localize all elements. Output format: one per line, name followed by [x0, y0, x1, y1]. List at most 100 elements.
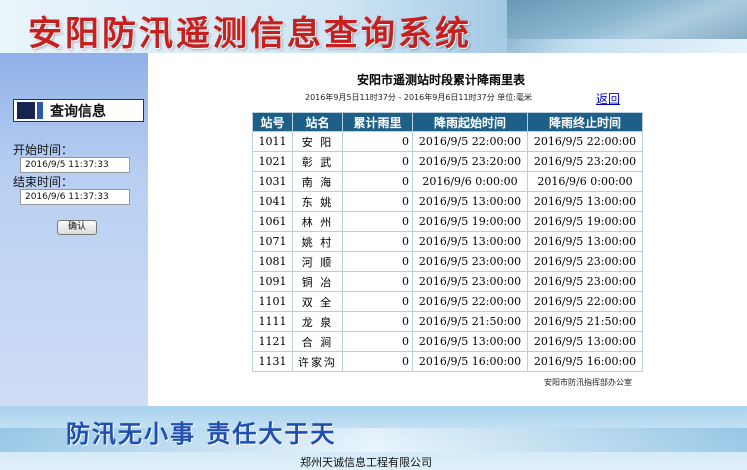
cell-start-time: 2016/9/5 22:00:00: [412, 291, 528, 312]
cell-total-rainfall: 0: [342, 211, 413, 232]
cell-end-time: 2016/9/5 13:00:00: [527, 331, 643, 352]
column-header-end-time: 降雨终止时间: [527, 112, 643, 132]
column-header-start-time: 降雨起始时间: [412, 112, 528, 132]
cell-station-name: 许家沟: [292, 351, 343, 372]
cell-station-id: 1041: [252, 191, 293, 212]
cell-station-name: 双 全: [292, 291, 343, 312]
table-row: 1021 彰 武 0 2016/9/5 23:20:00 2016/9/5 23:20:…: [252, 151, 643, 172]
cell-total-rainfall: 0: [342, 311, 413, 332]
footer-organization: 安阳市防汛指挥部办公室: [544, 378, 632, 387]
cell-total-rainfall: 0: [342, 191, 413, 212]
cell-end-time: 2016/9/5 19:00:00: [527, 211, 643, 232]
cell-end-time: 2016/9/6 0:00:00: [527, 171, 643, 192]
table-row: 1031 南 海 0 2016/9/6 0:00:00 2016/9/6 0:00:00: [252, 171, 643, 192]
cell-station-id: 1101: [252, 291, 293, 312]
cell-station-name: 河 顺: [292, 251, 343, 272]
start-time-input[interactable]: 2016/9/5 11:37:33: [20, 157, 130, 173]
cell-end-time: 2016/9/5 23:20:00: [527, 151, 643, 172]
cell-start-time: 2016/9/5 13:00:00: [412, 191, 528, 212]
table-row: 1041 东 姚 0 2016/9/5 13:00:00 2016/9/5 13:00:…: [252, 191, 643, 212]
table-row: 1011 安 阳 0 2016/9/5 22:00:00 2016/9/5 22:00:…: [252, 131, 643, 152]
cell-total-rainfall: 0: [342, 291, 413, 312]
cell-station-name: 东 姚: [292, 191, 343, 212]
badge-block-icon: [17, 102, 35, 119]
cell-start-time: 2016/9/5 16:00:00: [412, 351, 528, 372]
sidebar: 查询信息 开始时间： 2016/9/5 11:37:33 结束时间： 2016/…: [0, 53, 148, 406]
column-header-total-rainfall: 累计雨里: [342, 112, 413, 132]
cell-start-time: 2016/9/5 23:00:00: [412, 271, 528, 292]
cell-start-time: 2016/9/5 21:50:00: [412, 311, 528, 332]
cell-total-rainfall: 0: [342, 131, 413, 152]
query-info-label: 查询信息: [50, 104, 106, 120]
cell-total-rainfall: 0: [342, 171, 413, 192]
column-header-station-name: 站名: [292, 112, 343, 132]
cell-start-time: 2016/9/5 23:00:00: [412, 251, 528, 272]
report-title: 安阳市遥测站时段累计降雨里表: [357, 73, 526, 87]
company-name: 郑州天诚信息工程有限公司: [300, 456, 432, 469]
table-row: 1071 姚 村 0 2016/9/5 13:00:00 2016/9/5 13:00:…: [252, 231, 643, 252]
table-row: 1081 河 顺 0 2016/9/5 23:00:00 2016/9/5 23:00:…: [252, 251, 643, 272]
start-time-label: 开始时间：: [13, 143, 74, 157]
cell-station-id: 1091: [252, 271, 293, 292]
rainfall-table: 站号 站名 累计雨里 降雨起始时间 降雨终止时间 1011 安 阳 0 2016/9/…: [252, 112, 643, 372]
cell-end-time: 2016/9/5 22:00:00: [527, 131, 643, 152]
report-subtitle: 2016年9月5日11时37分 - 2016年9月6日11时37分 单位:毫米: [305, 93, 533, 102]
cell-end-time: 2016/9/5 23:00:00: [527, 251, 643, 272]
bottom-banner: 防汛无小事 责任大于天 郑州天诚信息工程有限公司: [0, 406, 747, 470]
cell-station-name: 铜 冶: [292, 271, 343, 292]
header-banner: 安阳防汛遥测信息查询系统: [0, 0, 747, 53]
cell-start-time: 2016/9/5 13:00:00: [412, 231, 528, 252]
query-info-badge: 查询信息: [13, 99, 144, 122]
cell-station-name: 南 海: [292, 171, 343, 192]
header-water-image: [487, 39, 747, 53]
table-header-row: 站号 站名 累计雨里 降雨起始时间 降雨终止时间: [252, 112, 643, 132]
badge-stripe-icon: [37, 102, 43, 119]
app-title: 安阳防汛遥测信息查询系统: [28, 14, 472, 53]
cell-total-rainfall: 0: [342, 151, 413, 172]
table-row: 1091 铜 冶 0 2016/9/5 23:00:00 2016/9/5 23:00:…: [252, 271, 643, 292]
table-row: 1101 双 全 0 2016/9/5 22:00:00 2016/9/5 22:00:…: [252, 291, 643, 312]
table-row: 1121 合 涧 0 2016/9/5 13:00:00 2016/9/5 13:00:…: [252, 331, 643, 352]
cell-station-name: 林 州: [292, 211, 343, 232]
column-header-station-id: 站号: [252, 112, 293, 132]
cell-station-id: 1021: [252, 151, 293, 172]
cell-start-time: 2016/9/5 13:00:00: [412, 331, 528, 352]
cell-station-name: 合 涧: [292, 331, 343, 352]
cell-end-time: 2016/9/5 22:00:00: [527, 291, 643, 312]
cell-total-rainfall: 0: [342, 351, 413, 372]
cell-end-time: 2016/9/5 23:00:00: [527, 271, 643, 292]
table-row: 1131 许家沟 0 2016/9/5 16:00:00 2016/9/5 16:00:…: [252, 351, 643, 372]
cell-station-name: 安 阳: [292, 131, 343, 152]
slogan-text: 防汛无小事 责任大于天: [66, 419, 337, 448]
cell-station-id: 1081: [252, 251, 293, 272]
cell-station-name: 彰 武: [292, 151, 343, 172]
cell-station-id: 1131: [252, 351, 293, 372]
cell-start-time: 2016/9/5 22:00:00: [412, 131, 528, 152]
cell-total-rainfall: 0: [342, 231, 413, 252]
table-body: 1011 安 阳 0 2016/9/5 22:00:00 2016/9/5 22:00:…: [252, 131, 643, 372]
cell-start-time: 2016/9/5 23:20:00: [412, 151, 528, 172]
cell-start-time: 2016/9/6 0:00:00: [412, 171, 528, 192]
cell-station-id: 1121: [252, 331, 293, 352]
cell-station-id: 1111: [252, 311, 293, 332]
end-time-label: 结束时间：: [13, 175, 74, 189]
cell-total-rainfall: 0: [342, 331, 413, 352]
cell-end-time: 2016/9/5 13:00:00: [527, 191, 643, 212]
cell-station-id: 1031: [252, 171, 293, 192]
cell-station-name: 姚 村: [292, 231, 343, 252]
cell-station-id: 1071: [252, 231, 293, 252]
cell-station-id: 1061: [252, 211, 293, 232]
cell-end-time: 2016/9/5 21:50:00: [527, 311, 643, 332]
cell-start-time: 2016/9/5 19:00:00: [412, 211, 528, 232]
cell-station-name: 龙 泉: [292, 311, 343, 332]
back-link[interactable]: 返回: [596, 90, 620, 107]
confirm-button[interactable]: 确认: [57, 220, 97, 235]
cell-end-time: 2016/9/5 13:00:00: [527, 231, 643, 252]
cell-end-time: 2016/9/5 16:00:00: [527, 351, 643, 372]
cell-station-id: 1011: [252, 131, 293, 152]
end-time-input[interactable]: 2016/9/6 11:37:33: [20, 189, 130, 205]
cell-total-rainfall: 0: [342, 271, 413, 292]
cell-total-rainfall: 0: [342, 251, 413, 272]
table-row: 1061 林 州 0 2016/9/5 19:00:00 2016/9/5 19:00:…: [252, 211, 643, 232]
table-row: 1111 龙 泉 0 2016/9/5 21:50:00 2016/9/5 21:50:…: [252, 311, 643, 332]
